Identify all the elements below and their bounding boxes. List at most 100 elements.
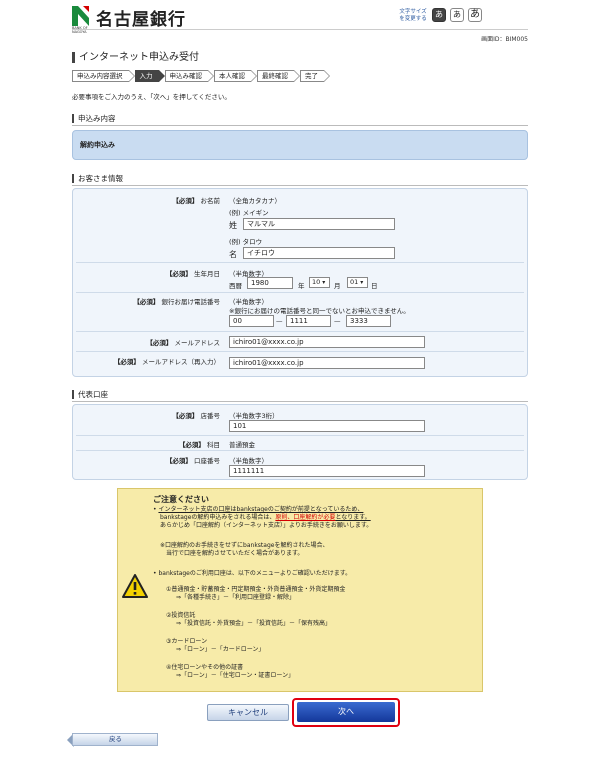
account-number-label-text: 口座番号 bbox=[194, 457, 220, 465]
page-title: インターネット申込み受付 bbox=[72, 52, 199, 63]
branch-label: 【必須】 店番号 bbox=[72, 410, 220, 420]
phone-note: ※銀行にお届けの電話番号と同一でないとお申込できません。 bbox=[229, 307, 410, 315]
day-value: 01 bbox=[350, 278, 359, 286]
font-size-small-button[interactable]: あ bbox=[432, 8, 446, 22]
warning-icon bbox=[122, 574, 148, 598]
notice-line-2a: ※口座解約のお手続きをせずにbankstageを解約された場合、 bbox=[160, 542, 329, 549]
row-divider bbox=[76, 435, 524, 436]
notice-bullet-1: • インターネット支店の口座はbankstageのご契約が前提となっているため、 bbox=[153, 506, 364, 513]
notice-bullet-3: • bankstageのご利用口座は、以下のメニューよりご確認いただけます。 bbox=[153, 570, 352, 577]
account-number-hint: （半角数字） bbox=[229, 457, 268, 465]
application-section-title: 申込み内容 bbox=[72, 114, 528, 123]
phone-middle-input[interactable]: 1111 bbox=[286, 315, 331, 327]
screen-id: 画面ID：BIM005 bbox=[481, 36, 528, 43]
subject-label: 【必須】 科目 bbox=[72, 439, 220, 449]
birth-year-input[interactable]: 1980 bbox=[247, 277, 293, 289]
step-complete: 完了 bbox=[300, 70, 330, 82]
bank-name: 名古屋銀行 bbox=[96, 10, 186, 30]
required-mark: 【必須】 bbox=[113, 358, 140, 366]
notice-title: ご注意ください bbox=[153, 495, 209, 504]
account-section-title: 代表口座 bbox=[72, 390, 528, 399]
year-unit: 年 bbox=[298, 282, 305, 290]
notice-menu-2-path: ⇒「投資信託・外貨預金」－「投資信託」－「保有残高」 bbox=[176, 620, 332, 627]
month-value: 10 bbox=[312, 278, 321, 286]
notice-line-3: bankstageのご利用口座は、以下のメニューよりご確認いただけます。 bbox=[158, 570, 352, 577]
required-mark: 【必須】 bbox=[146, 339, 173, 347]
step-final: 最終確認 bbox=[257, 70, 300, 82]
subject-label-text: 科目 bbox=[207, 441, 220, 449]
bank-sub-name: BANK OF NAGOYA bbox=[72, 26, 88, 34]
required-mark: 【必須】 bbox=[172, 412, 199, 420]
notice-menu-1-path: ⇒「各種手続き」－「利用口座登録・解除」 bbox=[176, 594, 296, 601]
row-divider bbox=[76, 331, 524, 332]
branch-label-text: 店番号 bbox=[200, 412, 221, 420]
birth-label-text: 生年月日 bbox=[194, 270, 220, 278]
required-mark: 【必須】 bbox=[165, 270, 192, 278]
section-divider bbox=[72, 125, 528, 126]
era-label: 西暦 bbox=[229, 282, 242, 290]
row-divider bbox=[76, 292, 524, 293]
sei-example: (例) メイギン bbox=[229, 209, 269, 217]
customer-section-title: お客さま情報 bbox=[72, 174, 528, 183]
notice-line-1b-pre: bankstageの解約申込みをされる場合は、 bbox=[160, 514, 276, 521]
cancel-button[interactable]: キャンセル bbox=[207, 704, 289, 721]
subject-value: 普通預金 bbox=[229, 441, 255, 449]
phone-separator: — bbox=[334, 317, 341, 325]
notice-line-1a: インターネット支店の口座はbankstageのご契約が前提となっているため、 bbox=[158, 506, 364, 513]
section-divider bbox=[72, 185, 528, 186]
day-unit: 日 bbox=[371, 282, 378, 290]
mei-label: 名 bbox=[229, 250, 237, 259]
next-button[interactable]: 次へ bbox=[297, 702, 395, 722]
required-mark: 【必須】 bbox=[165, 457, 192, 465]
phone-separator: — bbox=[276, 317, 283, 325]
email-label: 【必須】 メールアドレス bbox=[72, 337, 220, 347]
step-select: 申込み内容選択 bbox=[72, 70, 134, 82]
notice-menu-4-path: ⇒「ローン」－「住宅ローン・証書ローン」 bbox=[176, 672, 295, 679]
back-button[interactable]: 戻る bbox=[72, 733, 158, 746]
branch-input[interactable]: 101 bbox=[229, 420, 425, 432]
mei-input[interactable]: イチロウ bbox=[243, 247, 395, 259]
name-label: 【必須】 お名前 bbox=[72, 195, 220, 205]
font-size-label: 文字サイズを変更する bbox=[399, 9, 427, 22]
step-confirm: 申込み確認 bbox=[164, 70, 214, 82]
step-indicator: 申込み内容選択 入力 申込み確認 本人確認 最終確認 完了 bbox=[72, 70, 330, 82]
birth-day-select[interactable]: 01 bbox=[347, 277, 368, 288]
name-label-text: お名前 bbox=[200, 197, 221, 205]
row-divider bbox=[76, 450, 524, 451]
account-number-input[interactable]: 1111111 bbox=[229, 465, 425, 477]
sei-label: 姓 bbox=[229, 221, 237, 230]
phone-last-input[interactable]: 3333 bbox=[346, 315, 391, 327]
font-size-medium-button[interactable]: あ bbox=[450, 8, 464, 22]
row-divider bbox=[76, 262, 524, 263]
notice-line-2b: 当行で口座を解約させていただく場合があります。 bbox=[166, 550, 304, 557]
notice-menu-3: ③カードローン bbox=[166, 638, 208, 645]
email-confirm-label: 【必須】 メールアドレス（再入力） bbox=[72, 356, 220, 366]
birth-month-select[interactable]: 10 bbox=[309, 277, 330, 288]
email-input[interactable]: ichiro01@xxxx.co.jp bbox=[229, 336, 425, 348]
notice-menu-2: ②投資信託 bbox=[166, 612, 196, 619]
phone-area-input[interactable]: 00 bbox=[229, 315, 274, 327]
font-size-large-button[interactable]: あ bbox=[468, 8, 482, 22]
step-identity: 本人確認 bbox=[214, 70, 257, 82]
email-confirm-label-text: メールアドレス（再入力） bbox=[142, 358, 220, 366]
required-mark: 【必須】 bbox=[178, 441, 205, 449]
name-hint: （全角カタカナ） bbox=[229, 197, 281, 205]
notice-line-1b-red: 原則、口座解約が必要 bbox=[275, 514, 336, 521]
section-divider bbox=[72, 401, 528, 402]
account-number-label: 【必須】 口座番号 bbox=[72, 455, 220, 465]
email-label-text: メールアドレス bbox=[174, 339, 221, 347]
notice-line-1c: あらかじめ「口座解約（インターネット支店）」よりお手続きをお願いします。 bbox=[160, 522, 373, 529]
phone-label-text: 銀行お届け電話番号 bbox=[161, 298, 221, 306]
sei-input[interactable]: マルマル bbox=[243, 218, 395, 230]
notice-line-1b-post: となります。 bbox=[335, 514, 371, 521]
notice-menu-3-path: ⇒「ローン」－「カードローン」 bbox=[176, 646, 265, 653]
required-mark: 【必須】 bbox=[133, 298, 160, 306]
bank-logo-icon bbox=[72, 6, 89, 26]
step-input: 入力 bbox=[134, 70, 165, 82]
application-content: 解約申込み bbox=[80, 141, 115, 149]
phone-label: 【必須】 銀行お届け電話番号 bbox=[72, 296, 220, 306]
branch-hint: （半角数字3桁） bbox=[229, 412, 279, 420]
required-mark: 【必須】 bbox=[172, 197, 199, 205]
birth-label: 【必須】 生年月日 bbox=[72, 268, 220, 278]
email-confirm-input[interactable]: ichiro01@xxxx.co.jp bbox=[229, 357, 425, 369]
